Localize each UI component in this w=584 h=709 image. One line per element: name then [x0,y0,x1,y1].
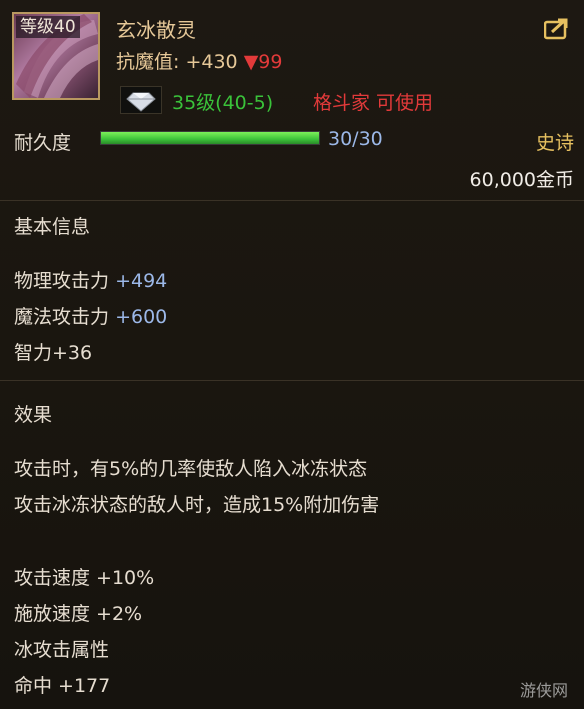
effect-line: 命中 +177 [14,675,111,697]
resist-label: 抗魔值: [116,51,180,73]
stat-value: +494 [115,270,168,292]
durability-value: 30/30 [328,128,383,150]
resist-line: 抗魔值: +430 ▼99 [116,47,282,74]
stat-physical-attack: 物理攻击力 +494 [14,266,167,293]
stat-magic-attack: 魔法攻击力 +600 [14,302,167,329]
divider [0,380,584,381]
basic-info-title: 基本信息 [14,216,91,238]
watermark: 游侠网 [519,681,568,700]
durability-fill [101,132,319,144]
resist-bonus: +430 [185,51,238,73]
level-badge: 等级40 [16,16,80,38]
stat-label: 智力+36 [14,342,93,364]
durability-bar [100,131,320,145]
effect-line: 冰攻击属性 [14,639,110,661]
price-label: 60,000金币 [469,169,574,191]
durability-label: 耐久度 [14,132,72,154]
item-icon: 等级40 [12,12,100,100]
stat-label: 物理攻击力 [14,270,110,292]
item-name: 玄冰散灵 [116,18,196,42]
rarity-label: 史诗 [535,132,574,154]
effect-line: 施放速度 +2% [14,603,143,625]
effect-line: 攻击冰冻状态的敌人时，造成15%附加伤害 [14,494,380,516]
share-icon[interactable] [543,18,570,40]
divider [0,200,584,201]
clipped-row [14,100,374,116]
effect-line: 攻击速度 +10% [14,567,155,589]
resist-penalty: ▼99 [243,51,283,73]
effect-line: 攻击时，有5%的几率使敌人陷入冰冻状态 [14,458,368,480]
stat-value: +600 [115,306,168,328]
stat-intelligence: 智力+36 [14,338,92,365]
stat-label: 魔法攻击力 [14,306,110,328]
item-tooltip: 等级40 玄冰散灵 抗魔值: +430 ▼99 35级(40-5) 格斗家 可使… [0,0,584,709]
effect-title: 效果 [14,404,53,426]
